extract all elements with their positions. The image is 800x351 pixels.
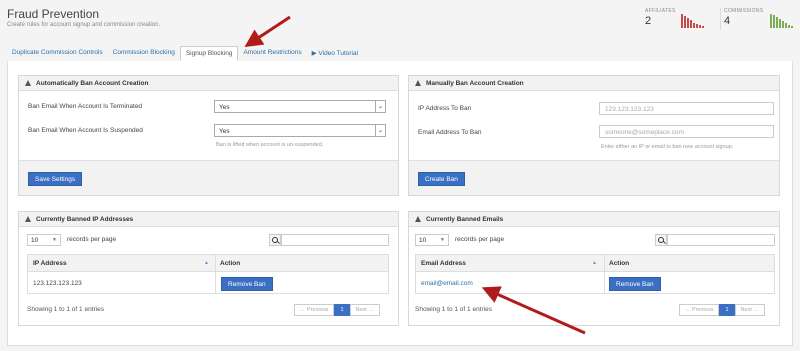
arrow-to-banned-email xyxy=(481,286,586,335)
arrow-to-signup-tab xyxy=(244,15,291,47)
annotation-arrows xyxy=(244,15,586,335)
